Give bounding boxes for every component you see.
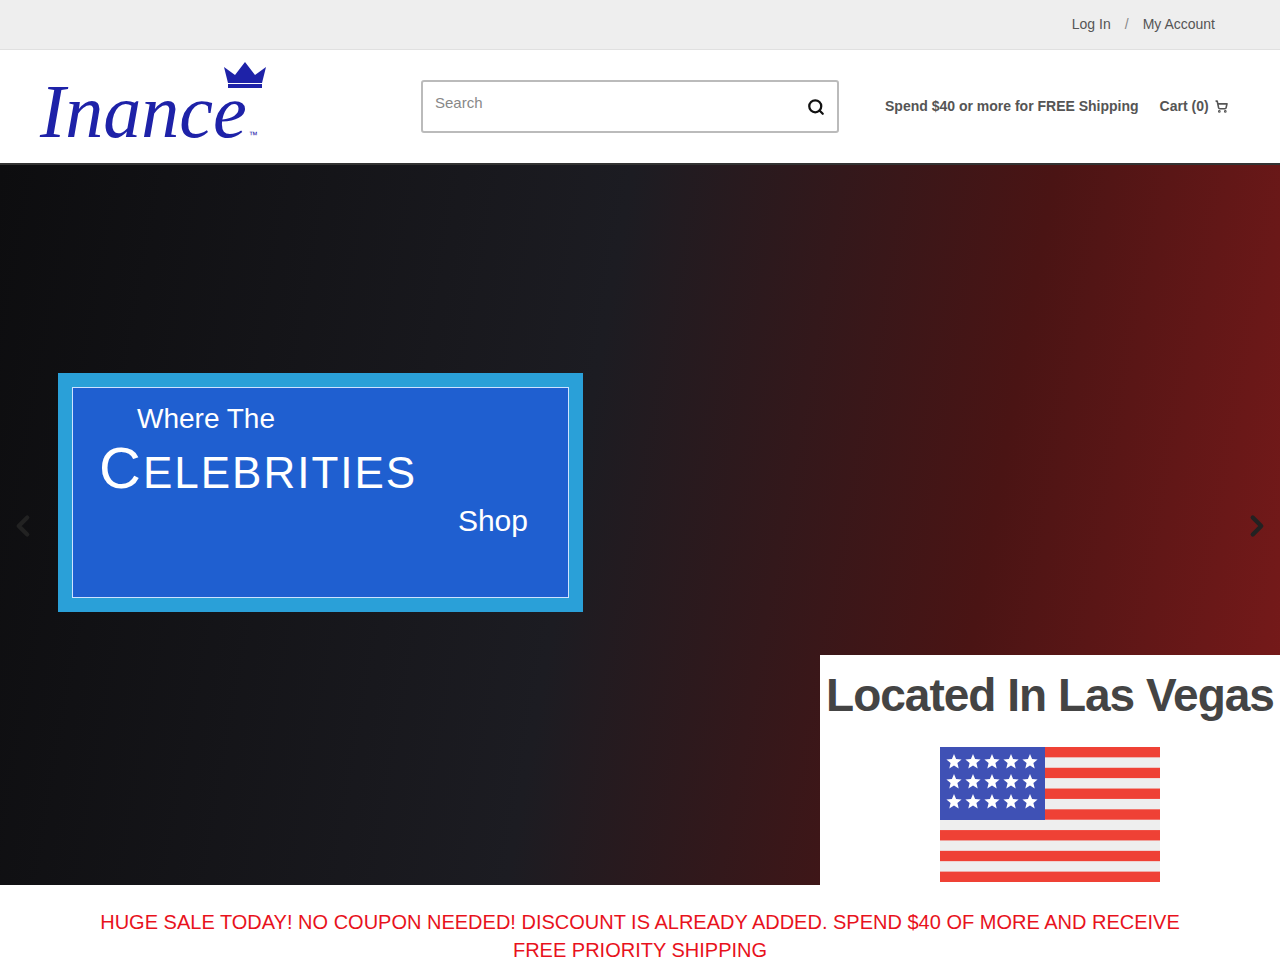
- logo[interactable]: Inance™: [40, 57, 340, 157]
- shipping-note: Spend $40 or more for FREE Shipping: [885, 96, 1139, 117]
- location-panel: Located In Las Vegas: [820, 655, 1280, 885]
- search-input[interactable]: [435, 92, 807, 115]
- hero-slider: Where TheCELEBRITIESShop Located In Las V…: [0, 165, 1280, 885]
- announcement: HUGE SALE TODAY! NO COUPON NEEDED! DISCO…: [0, 885, 1280, 960]
- login-link[interactable]: Log In: [1072, 14, 1111, 35]
- celebrities-banner: Where TheCELEBRITIESShop: [58, 373, 583, 612]
- cart-icon: [1215, 100, 1228, 113]
- prev-arrow-icon[interactable]: [6, 509, 40, 543]
- page: Log In / My Account Inance™ Spend $40 or mor…: [0, 0, 1280, 960]
- header: Inance™ Spend $40 or more for FREE Shippi…: [0, 50, 1280, 165]
- top-bar: Log In / My Account: [0, 0, 1280, 50]
- cart-link[interactable]: Cart (0): [1160, 96, 1228, 117]
- next-arrow-icon[interactable]: [1240, 509, 1274, 543]
- search-icon[interactable]: [807, 98, 825, 116]
- search-box[interactable]: [421, 80, 839, 133]
- account-link[interactable]: My Account: [1143, 14, 1215, 35]
- separator: /: [1125, 14, 1129, 35]
- crown-icon: [220, 59, 270, 89]
- us-flag-icon: [940, 747, 1160, 882]
